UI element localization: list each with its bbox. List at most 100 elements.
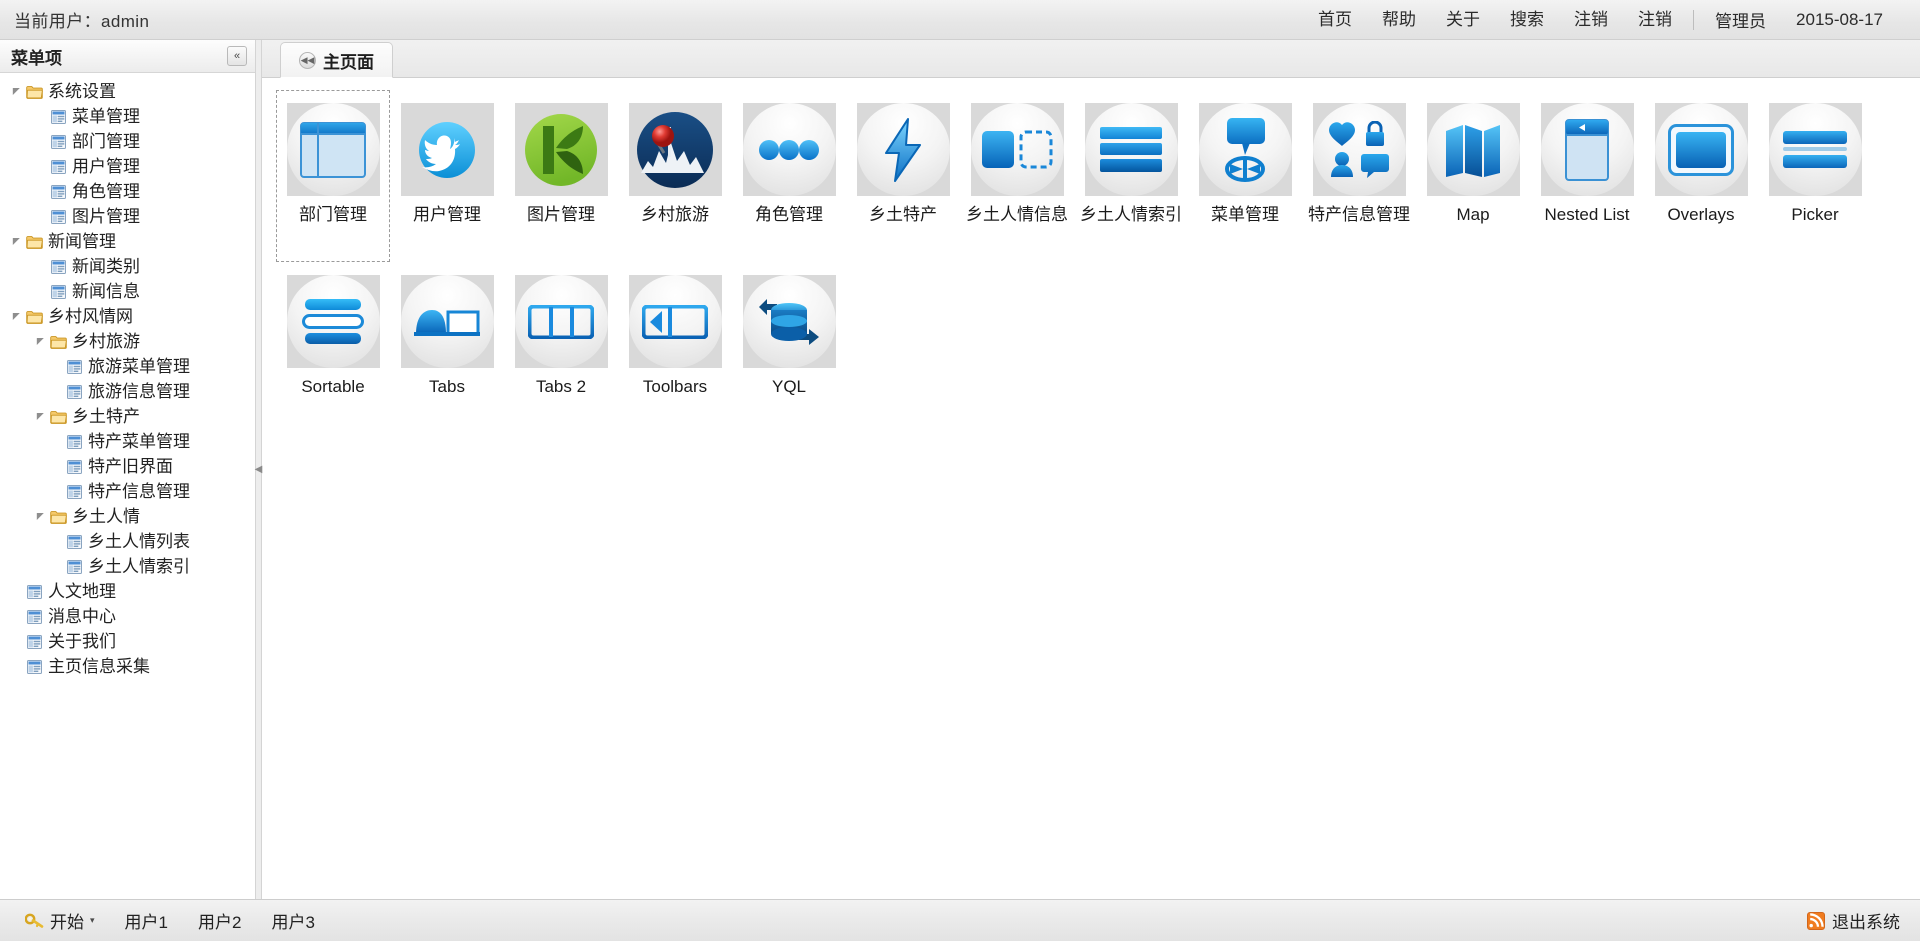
folder-icon <box>48 510 68 524</box>
shortcut-three-dots[interactable]: 角色管理 <box>732 90 846 262</box>
tree-item-leaf[interactable]: 乡土人情列表 <box>0 529 255 554</box>
shortcut-picker-rows[interactable]: Picker <box>1758 90 1872 262</box>
shortcut-toolbars[interactable]: Toolbars <box>618 262 732 434</box>
shortcut-label: 菜单管理 <box>1211 205 1279 224</box>
tree-item-leaf[interactable]: 新闻类别 <box>0 254 255 279</box>
shortcut-sortable-rows[interactable]: Sortable <box>276 262 390 434</box>
nav-logout-2[interactable]: 注销 <box>1623 10 1687 30</box>
shortcut-map-pin-city[interactable]: 乡村旅游 <box>618 90 732 262</box>
tree-item-folder[interactable]: 乡村旅游 <box>0 329 255 354</box>
tree-item-leaf[interactable]: 图片管理 <box>0 204 255 229</box>
nav-home[interactable]: 首页 <box>1303 10 1367 30</box>
tree-item-folder[interactable]: 乡村风情网 <box>0 304 255 329</box>
shortcut-social-quad[interactable]: 特产信息管理 <box>1302 90 1416 262</box>
nested-list-icon <box>1540 103 1634 196</box>
sidebar-splitter[interactable]: ◀ <box>254 40 263 899</box>
tree-item-leaf[interactable]: 关于我们 <box>0 629 255 654</box>
tree-expander-icon[interactable] <box>32 512 48 521</box>
tree-item-folder[interactable]: 乡土特产 <box>0 404 255 429</box>
shortcut-green-k-leaf[interactable]: 图片管理 <box>504 90 618 262</box>
shortcut-label: 图片管理 <box>527 205 595 224</box>
shortcut-thumb <box>742 275 836 368</box>
tree-item-label: 乡土人情 <box>72 507 140 526</box>
shortcut-lightning-bolt[interactable]: 乡土特产 <box>846 90 960 262</box>
nav-help[interactable]: 帮助 <box>1367 10 1431 30</box>
shortcut-thumb <box>856 103 950 196</box>
logout-button[interactable]: 退出系统 <box>1801 904 1906 937</box>
shortcut-nested-list[interactable]: Nested List <box>1530 90 1644 262</box>
shortcut-panel-layout[interactable]: 部门管理 <box>276 90 390 262</box>
menu-page-icon <box>48 259 68 274</box>
tree-item-leaf[interactable]: 人文地理 <box>0 579 255 604</box>
shortcut-stacked-bars[interactable]: 乡土人情索引 <box>1074 90 1188 262</box>
tabs2-icon <box>514 275 608 368</box>
tree-expander-icon[interactable] <box>8 87 24 96</box>
menu-tree: 系统设置 菜单管理 部门管理用户管理角色管理图片管理新闻管理新闻类别新闻信息 乡村风情… <box>0 73 255 899</box>
shortcut-drag-drop[interactable]: 乡土人情信息 <box>960 90 1074 262</box>
caret-down-icon: ▾ <box>90 915 95 925</box>
menu-page-icon <box>64 384 84 399</box>
nav-about[interactable]: 关于 <box>1431 10 1495 30</box>
shortcut-label: Map <box>1456 205 1490 224</box>
tree-item-leaf[interactable]: 特产信息管理 <box>0 479 255 504</box>
tree-item-folder[interactable]: 新闻管理 <box>0 229 255 254</box>
shortcut-label: 用户管理 <box>413 205 481 224</box>
tree-item-leaf[interactable]: 部门管理 <box>0 129 255 154</box>
start-button[interactable]: 开始 ▾ <box>12 903 108 938</box>
nav-logout-1[interactable]: 注销 <box>1559 10 1623 30</box>
yql-database-icon <box>742 275 836 368</box>
shortcut-folded-map[interactable]: Map <box>1416 90 1530 262</box>
shortcut-tabs[interactable]: Tabs <box>390 262 504 434</box>
shortcut-twitter-bird[interactable]: 用户管理 <box>390 90 504 262</box>
taskbar-right: 退出系统 <box>1801 904 1906 937</box>
tree-item-leaf[interactable]: 用户管理 <box>0 154 255 179</box>
tree-item-label: 乡土人情索引 <box>88 557 190 576</box>
menu-page-icon <box>24 634 44 649</box>
tree-expander-icon[interactable] <box>32 337 48 346</box>
tree-item-label: 用户管理 <box>72 157 140 176</box>
tree-item-leaf[interactable]: 乡土人情索引 <box>0 554 255 579</box>
tree-item-leaf[interactable]: 菜单管理 <box>0 104 255 129</box>
tree-item-leaf[interactable]: 旅游信息管理 <box>0 379 255 404</box>
three-dots-icon <box>742 103 836 196</box>
taskbar-item-user3[interactable]: 用户3 <box>258 903 327 938</box>
taskbar-item-user1[interactable]: 用户1 <box>112 903 181 938</box>
tree-item-leaf[interactable]: 主页信息采集 <box>0 654 255 679</box>
shortcut-overlay-window[interactable]: Overlays <box>1644 90 1758 262</box>
tree-item-leaf[interactable]: 消息中心 <box>0 604 255 629</box>
tree-item-label: 特产信息管理 <box>88 482 190 501</box>
tree-item-leaf[interactable]: 特产菜单管理 <box>0 429 255 454</box>
tree-item-folder[interactable]: 系统设置 <box>0 79 255 104</box>
menu-page-icon <box>48 209 68 224</box>
tree-item-leaf[interactable]: 旅游菜单管理 <box>0 354 255 379</box>
shortcut-tabs2[interactable]: Tabs 2 <box>504 262 618 434</box>
tree-item-folder[interactable]: 乡土人情 <box>0 504 255 529</box>
tree-expander-icon[interactable] <box>32 412 48 421</box>
top-bar: 当前用户：admin 首页 帮助 关于 搜索 注销 注销 管理员 2015-08… <box>0 0 1920 40</box>
shortcut-yql-database[interactable]: YQL <box>732 262 846 434</box>
tree-expander-icon[interactable] <box>8 237 24 246</box>
menu-page-icon <box>48 109 68 124</box>
map-pin-city-icon <box>629 103 722 196</box>
splitter-grip-icon: ◀ <box>254 463 263 475</box>
tree-expander-icon[interactable] <box>8 312 24 321</box>
tab-strip: ◀◀ 主页面 <box>262 40 1920 78</box>
tree-item-leaf[interactable]: 特产旧界面 <box>0 454 255 479</box>
tree-item-leaf[interactable]: 新闻信息 <box>0 279 255 304</box>
chevron-double-left-icon: « <box>233 49 241 62</box>
menu-page-icon <box>24 609 44 624</box>
tab-home[interactable]: ◀◀ 主页面 <box>280 42 393 78</box>
menu-page-icon <box>24 659 44 674</box>
nav-search[interactable]: 搜索 <box>1495 10 1559 30</box>
shortcut-thumb <box>514 275 608 368</box>
collapse-sidebar-button[interactable]: « <box>227 46 247 66</box>
tree-item-label: 新闻类别 <box>72 257 140 276</box>
taskbar-item-user2[interactable]: 用户2 <box>185 903 254 938</box>
tree-item-leaf[interactable]: 角色管理 <box>0 179 255 204</box>
tree-item-label: 图片管理 <box>72 207 140 226</box>
logout-label: 退出系统 <box>1832 913 1900 932</box>
folder-icon <box>48 410 68 424</box>
shortcut-speech-target[interactable]: 菜单管理 <box>1188 90 1302 262</box>
tree-item-label: 乡土人情列表 <box>88 532 190 551</box>
shortcut-label: Picker <box>1791 205 1839 224</box>
